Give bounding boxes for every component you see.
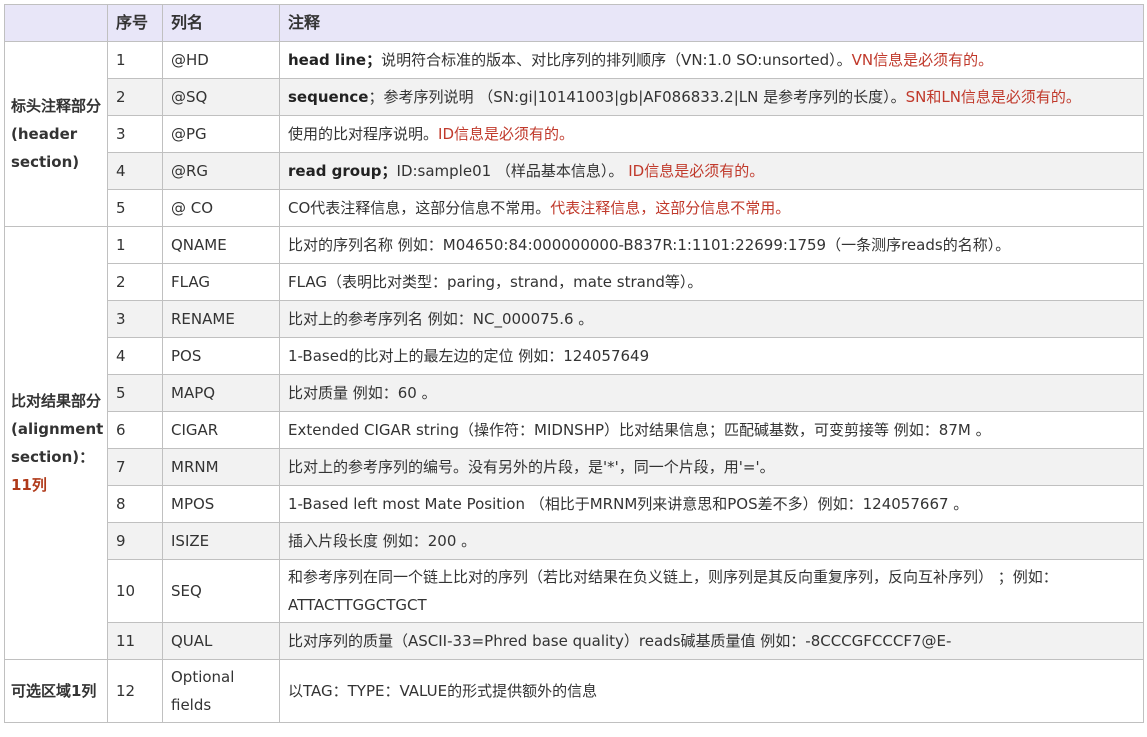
row-no: 2: [107, 78, 163, 116]
header-col: 列名: [162, 4, 280, 42]
row-no: 1: [107, 41, 163, 79]
row-col: QUAL: [162, 622, 280, 660]
header-no: 序号: [107, 4, 163, 42]
sam-format-table: 序号 列名 注释 标头注释部分(header section) 1 @HD he…: [4, 4, 1144, 723]
row-desc: read group；ID:sample01 （样品基本信息）。 ID信息是必须…: [279, 152, 1144, 190]
table-row: 11 QUAL 比对序列的质量（ASCII-33=Phred base qual…: [5, 622, 1144, 660]
row-col: MAPQ: [162, 374, 280, 412]
desc-bold: read group；: [288, 162, 397, 180]
row-desc: 插入片段长度 例如：200 。: [279, 522, 1144, 560]
row-col: @ CO: [162, 189, 280, 227]
table-row: 6 CIGAR Extended CIGAR string（操作符：MIDNSH…: [5, 411, 1144, 449]
table-row: 7 MRNM 比对上的参考序列的编号。没有另外的片段，是'*'，同一个片段，用'…: [5, 448, 1144, 486]
row-col: QNAME: [162, 226, 280, 264]
header-section: [4, 4, 108, 42]
table-row: 9 ISIZE 插入片段长度 例如：200 。: [5, 522, 1144, 560]
desc-text: ID:sample01 （样品基本信息）。: [396, 162, 629, 180]
row-no: 12: [107, 659, 163, 723]
row-col: MPOS: [162, 485, 280, 523]
table-row: 4 POS 1-Based的比对上的最左边的定位 例如：124057649: [5, 337, 1144, 375]
row-desc: 比对序列的质量（ASCII-33=Phred base quality）read…: [279, 622, 1144, 660]
desc-text: 使用的比对程序说明。: [288, 125, 439, 143]
table-row: 2 @SQ sequence；参考序列说明 （SN:gi|10141003|gb…: [5, 78, 1144, 116]
table-row: 2 FLAG FLAG（表明比对类型：paring，strand，mate st…: [5, 263, 1144, 301]
desc-bold: head line；: [288, 51, 382, 69]
row-col: @PG: [162, 115, 280, 153]
table-row: 可选区域1列 12 Optional fields 以TAG：TYPE：VALU…: [4, 659, 1144, 723]
row-desc: Extended CIGAR string（操作符：MIDNSHP）比对结果信息…: [279, 411, 1144, 449]
row-desc: 和参考序列在同一个链上比对的序列（若比对结果在负义链上，则序列是其反向重复序列，…: [279, 559, 1144, 623]
desc-required: ID信息是必须有的。: [438, 125, 574, 143]
row-col: MRNM: [162, 448, 280, 486]
row-desc: 比对上的参考序列的编号。没有另外的片段，是'*'，同一个片段，用'='。: [279, 448, 1144, 486]
row-col: @RG: [162, 152, 280, 190]
row-no: 3: [107, 115, 163, 153]
row-desc: head line；说明符合标准的版本、对比序列的排列顺序（VN:1.0 SO:…: [279, 41, 1144, 79]
section-alignment-note: 11列: [11, 476, 47, 494]
row-col: CIGAR: [162, 411, 280, 449]
row-no: 7: [107, 448, 163, 486]
row-col: @SQ: [162, 78, 280, 116]
table-header-row: 序号 列名 注释: [4, 4, 1144, 42]
row-no: 8: [107, 485, 163, 523]
row-col: SEQ: [162, 559, 280, 623]
row-col: POS: [162, 337, 280, 375]
row-desc: sequence；参考序列说明 （SN:gi|10141003|gb|AF086…: [279, 78, 1144, 116]
section-header: 标头注释部分(header section): [4, 41, 108, 227]
row-no: 6: [107, 411, 163, 449]
table-row: 10 SEQ 和参考序列在同一个链上比对的序列（若比对结果在负义链上，则序列是其…: [5, 559, 1144, 623]
row-desc: 比对上的参考序列名 例如：NC_000075.6 。: [279, 300, 1144, 338]
section-alignment: 比对结果部分(alignment section)： 11列: [4, 226, 108, 660]
row-desc: FLAG（表明比对类型：paring，strand，mate strand等）。: [279, 263, 1144, 301]
row-desc: 1-Based的比对上的最左边的定位 例如：124057649: [279, 337, 1144, 375]
row-no: 2: [107, 263, 163, 301]
desc-required: ID信息是必须有的。: [628, 162, 765, 180]
table-row: 3 @PG 使用的比对程序说明。ID信息是必须有的。: [5, 115, 1144, 153]
table-row: 3 RENAME 比对上的参考序列名 例如：NC_000075.6 。: [5, 300, 1144, 338]
section-optional: 可选区域1列: [4, 659, 108, 723]
section-alignment-label: 比对结果部分(alignment section)：: [11, 392, 104, 466]
row-col: FLAG: [162, 263, 280, 301]
row-no: 10: [107, 559, 163, 623]
row-desc: 比对质量 例如：60 。: [279, 374, 1144, 412]
row-col: Optional fields: [162, 659, 280, 723]
row-desc: CO代表注释信息，这部分信息不常用。代表注释信息，这部分信息不常用。: [279, 189, 1144, 227]
desc-text: CO代表注释信息，这部分信息不常用。: [288, 199, 551, 217]
row-desc: 以TAG：TYPE：VALUE的形式提供额外的信息: [279, 659, 1144, 723]
row-no: 11: [107, 622, 163, 660]
row-desc: 使用的比对程序说明。ID信息是必须有的。: [279, 115, 1144, 153]
desc-bold: sequence: [288, 88, 369, 106]
desc-text: 说明符合标准的版本、对比序列的排列顺序（VN:1.0 SO:unsorted）。: [381, 51, 852, 69]
table-row: 4 @RG read group；ID:sample01 （样品基本信息）。 I…: [5, 152, 1144, 190]
row-no: 4: [107, 152, 163, 190]
table-row: 8 MPOS 1-Based left most Mate Position （…: [5, 485, 1144, 523]
table-row: 比对结果部分(alignment section)： 11列 1 QNAME 比对…: [4, 226, 1144, 660]
row-desc: 比对的序列名称 例如：M04650:84:000000000-B837R:1:1…: [279, 226, 1144, 264]
desc-required: VN信息是必须有的。: [851, 51, 994, 69]
row-no: 3: [107, 300, 163, 338]
row-no: 5: [107, 374, 163, 412]
row-col: ISIZE: [162, 522, 280, 560]
desc-required: 代表注释信息，这部分信息不常用。: [550, 199, 791, 217]
row-col: @HD: [162, 41, 280, 79]
desc-text: ；参考序列说明 （SN:gi|10141003|gb|AF086833.2|LN…: [368, 88, 906, 106]
row-col: RENAME: [162, 300, 280, 338]
desc-required: SN和LN信息是必须有的。: [905, 88, 1081, 106]
table-row: 标头注释部分(header section) 1 @HD head line；说…: [4, 41, 1144, 227]
table-row: 5 MAPQ 比对质量 例如：60 。: [5, 374, 1144, 412]
table-row: 5 @ CO CO代表注释信息，这部分信息不常用。代表注释信息，这部分信息不常用…: [5, 189, 1144, 227]
section-header-label: 标头注释部分(header section): [11, 97, 102, 171]
row-no: 1: [107, 226, 163, 264]
row-desc: 1-Based left most Mate Position （相比于MRNM…: [279, 485, 1144, 523]
row-no: 5: [107, 189, 163, 227]
header-desc: 注释: [279, 4, 1144, 42]
row-no: 4: [107, 337, 163, 375]
row-no: 9: [107, 522, 163, 560]
